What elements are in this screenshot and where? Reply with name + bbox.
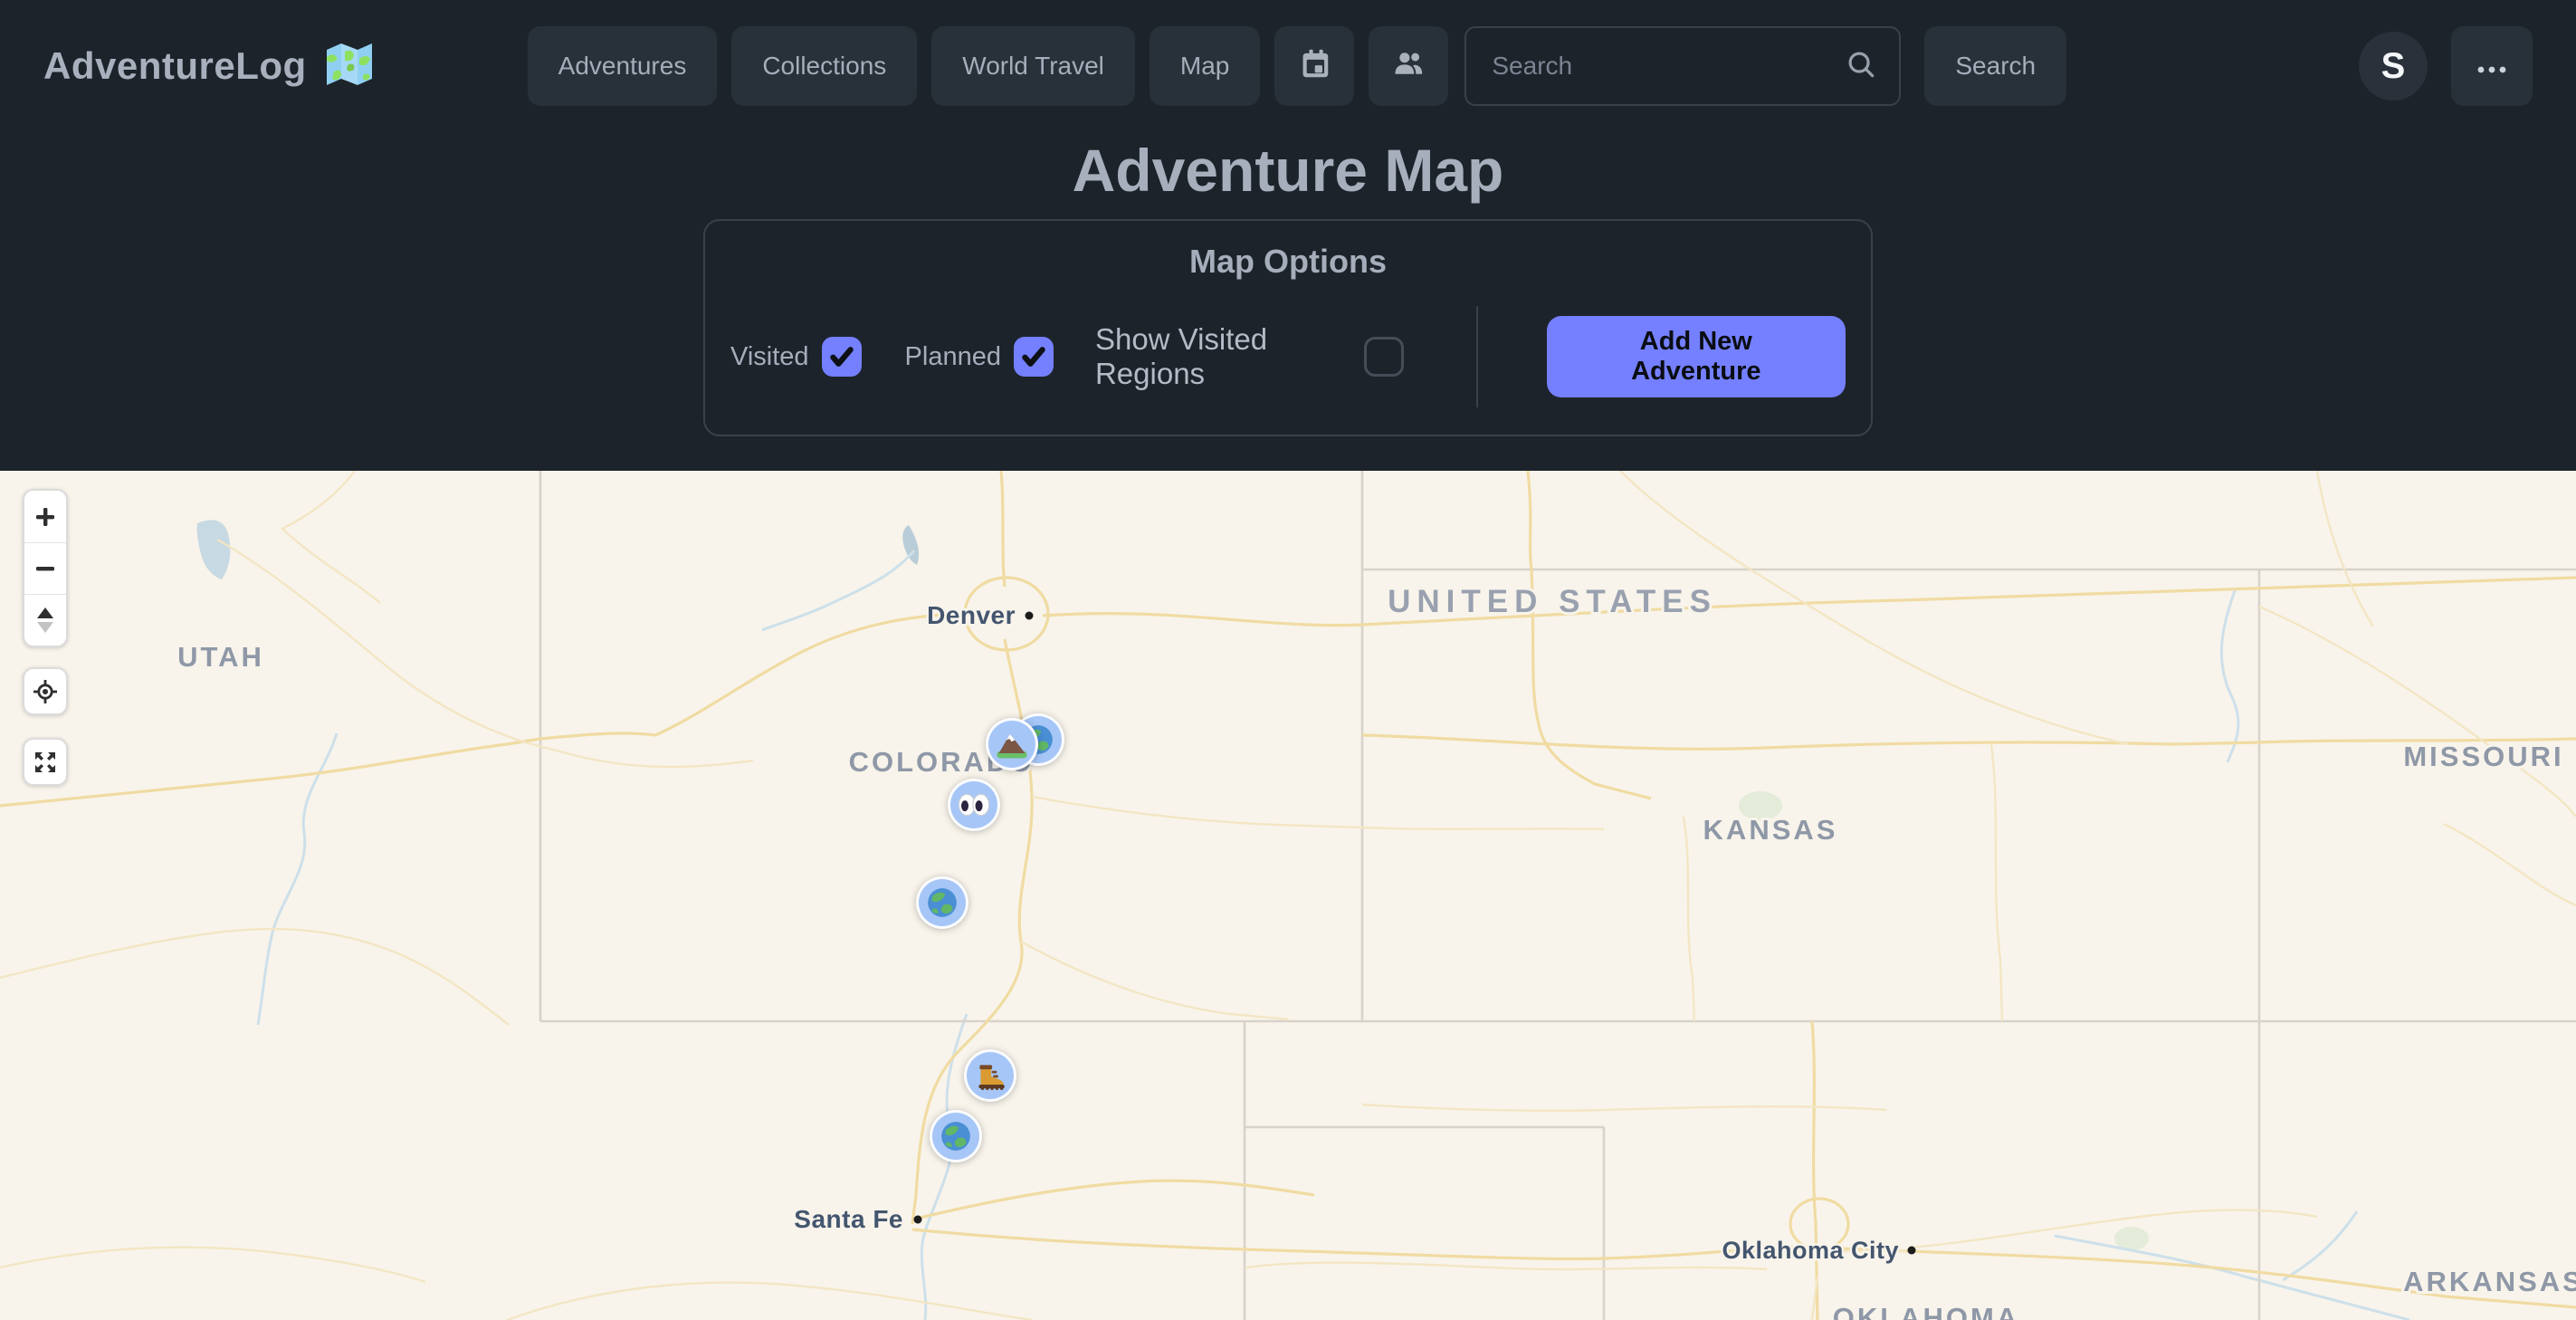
eyes-icon <box>956 787 992 823</box>
calendar-icon <box>1298 47 1331 86</box>
map-canvas[interactable]: UNITED STATES UTAH COLORADO KANSAS MISSO… <box>0 471 2576 1320</box>
state-label-kansas: KANSAS <box>1703 814 1838 846</box>
adventure-marker-hiking-boot[interactable] <box>964 1049 1016 1102</box>
country-label: UNITED STATES <box>1388 584 1717 619</box>
show-visited-regions-label: Show Visited Regions <box>1095 322 1351 391</box>
city-dot-denver <box>1026 612 1034 620</box>
city-dot-oklahoma-city <box>1908 1247 1916 1255</box>
map-options-card: Map Options Visited Planned Show Visited… <box>703 219 1873 436</box>
nav-button-map[interactable]: Map <box>1150 26 1260 106</box>
state-label-oklahoma: OKLAHOMA <box>1833 1302 2020 1320</box>
major-road-lines <box>0 471 2576 1320</box>
planned-checkbox[interactable] <box>1014 337 1054 377</box>
add-new-adventure-button[interactable]: Add New Adventure <box>1547 316 1846 397</box>
nav-button-adventures[interactable]: Adventures <box>528 26 718 106</box>
city-label-denver: Denver <box>927 601 1016 629</box>
search-button[interactable]: Search <box>1924 26 2066 106</box>
mountain-icon <box>994 726 1030 762</box>
app-logo[interactable]: AdventureLog <box>43 41 376 92</box>
lake-shape <box>197 520 231 579</box>
hiking-boot-icon <box>973 1058 1007 1093</box>
visited-checkbox[interactable] <box>822 337 862 377</box>
map-options-row: Visited Planned Show Visited Regions Add… <box>730 306 1846 407</box>
zoom-out-icon <box>33 557 57 580</box>
search-input[interactable] <box>1465 26 1901 106</box>
adventure-marker-eyes[interactable] <box>948 779 1000 831</box>
nav-links: Adventures Collections World Travel Map <box>528 26 1449 106</box>
search-icon <box>1845 48 1879 87</box>
avatar-initial: S <box>2381 46 2406 87</box>
city-label-oklahoma-city: Oklahoma City <box>1722 1237 1899 1264</box>
users-icon <box>1392 47 1425 86</box>
fullscreen-icon <box>33 750 58 775</box>
navbar: AdventureLog Adventures Collections Worl… <box>0 0 2576 132</box>
checkmark-icon <box>1018 341 1049 372</box>
city-dot-santa-fe <box>914 1216 922 1224</box>
globe-icon <box>925 885 959 920</box>
visited-label: Visited <box>730 342 809 372</box>
show-visited-regions-checkbox[interactable] <box>1364 337 1404 377</box>
calendar-button[interactable] <box>1274 26 1354 106</box>
adventure-marker-mountain[interactable] <box>986 718 1038 770</box>
overflow-menu-button[interactable] <box>2451 26 2533 106</box>
page-title: Adventure Map <box>0 136 2576 205</box>
planned-label: Planned <box>905 342 1001 372</box>
tilt-control-button[interactable] <box>24 594 66 646</box>
locate-button[interactable] <box>23 667 68 715</box>
state-label-utah: UTAH <box>177 641 264 673</box>
map-zoom-controls <box>23 489 68 647</box>
minor-road-lines <box>0 471 2576 1320</box>
logo-text: AdventureLog <box>43 44 307 88</box>
globe-icon <box>939 1119 973 1153</box>
zoom-in-button[interactable] <box>24 491 66 542</box>
nav-button-collections[interactable]: Collections <box>731 26 917 106</box>
ellipsis-icon <box>2476 52 2507 81</box>
nav-button-world-travel[interactable]: World Travel <box>931 26 1135 106</box>
checkmark-icon <box>826 341 857 372</box>
state-label-missouri: MISSOURI <box>2403 741 2563 772</box>
state-label-arkansas: ARKANSAS <box>2403 1266 2576 1297</box>
zoom-in-icon <box>33 505 57 529</box>
river-lines <box>258 550 2409 1320</box>
map-options-title: Map Options <box>730 243 1846 281</box>
search-wrap <box>1465 26 1901 106</box>
avatar[interactable]: S <box>2359 32 2428 100</box>
city-label-santa-fe: Santa Fe <box>794 1205 903 1233</box>
tilt-icon <box>34 607 56 634</box>
map-base-layer: UNITED STATES UTAH COLORADO KANSAS MISSO… <box>0 471 2576 1320</box>
adventure-marker-globe-3[interactable] <box>930 1110 982 1162</box>
users-button[interactable] <box>1369 26 1448 106</box>
world-map-icon <box>323 41 376 92</box>
options-divider <box>1476 306 1478 407</box>
adventure-marker-globe-2[interactable] <box>916 876 968 929</box>
zoom-out-button[interactable] <box>24 542 66 594</box>
fullscreen-button[interactable] <box>23 738 68 786</box>
locate-icon <box>33 679 58 704</box>
